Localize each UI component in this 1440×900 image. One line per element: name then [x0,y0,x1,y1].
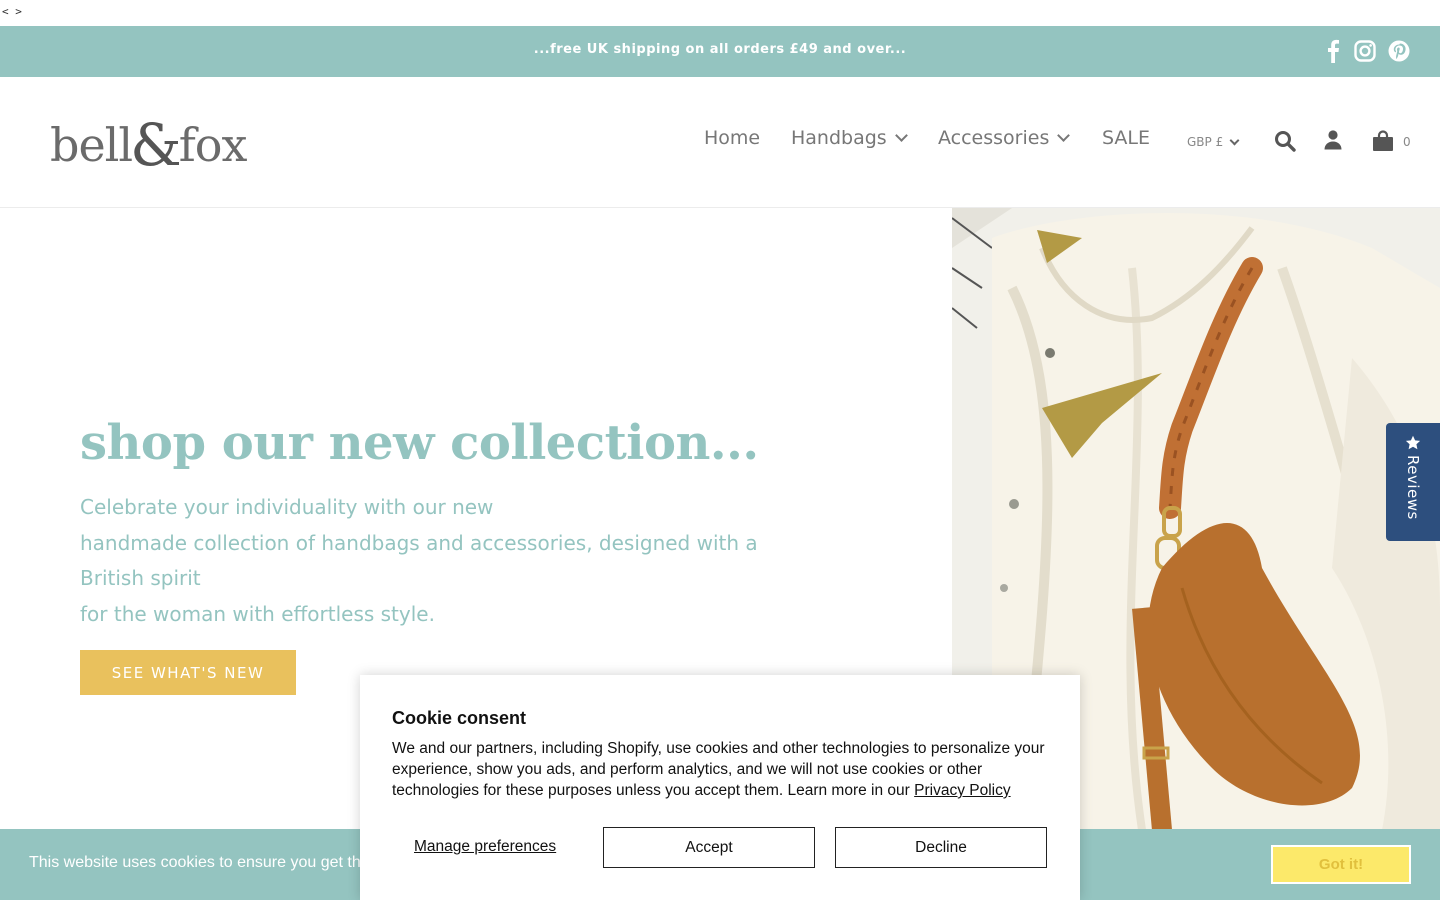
decline-button[interactable]: Decline [835,827,1047,868]
hero-line: Celebrate your individuality with our ne… [80,495,494,519]
page-code-text: < > [2,5,22,18]
instagram-icon[interactable] [1352,38,1378,64]
cart-icon[interactable] [1372,130,1394,152]
got-it-button[interactable]: Got it! [1271,845,1411,884]
chevron-down-icon [894,128,908,142]
chevron-down-icon [1229,135,1240,145]
site-header: bell&fox Home Handbags Accessories SALE … [0,77,1440,208]
reviews-tab[interactable]: Reviews [1386,423,1440,541]
nav-sale-label: SALE [1102,127,1151,149]
logo-ampersand: & [130,111,182,179]
star-icon [1405,435,1421,450]
nav-home-label: Home [704,127,761,149]
logo-text-bell: bell [50,118,133,172]
chevron-down-icon [1057,128,1071,142]
hero-line: for the woman with effortless style. [80,601,435,626]
cookie-consent-dialog: Cookie consent We and our partners, incl… [360,675,1080,900]
manage-preferences-link[interactable]: Manage preferences [414,838,556,856]
reviews-tab-label: Reviews [1404,455,1422,520]
announcement-bar: ...free UK shipping on all orders £49 an… [0,26,1440,77]
currency-label: GBP £ [1187,135,1224,149]
site-logo[interactable]: bell&fox [50,107,248,179]
nav-sale[interactable]: SALE [1102,127,1150,149]
privacy-policy-link[interactable]: Privacy Policy [914,782,1010,799]
pinterest-icon[interactable] [1386,38,1412,64]
hero-description: Celebrate your individuality with our ne… [80,490,760,632]
nav-handbags-label: Handbags [791,127,887,149]
search-icon[interactable] [1274,130,1296,152]
accept-button[interactable]: Accept [603,827,815,868]
see-whats-new-button[interactable]: SEE WHAT'S NEW [80,650,296,695]
account-icon[interactable] [1324,130,1342,150]
logo-text-fox: fox [178,118,248,172]
nav-accessories-label: Accessories [938,127,1050,149]
hero-line: handmade collection of handbags and acce… [80,530,758,591]
currency-selector[interactable]: GBP £ [1187,135,1240,149]
cart-count: 0 [1403,135,1411,149]
nav-handbags[interactable]: Handbags [791,127,908,149]
announcement-text: ...free UK shipping on all orders £49 an… [533,42,907,57]
consent-body: We and our partners, including Shopify, … [392,738,1052,801]
consent-title: Cookie consent [392,708,527,728]
hero-title: shop our new collection... [80,415,759,471]
nav-home[interactable]: Home [704,127,760,149]
facebook-icon[interactable] [1320,38,1346,64]
nav-accessories[interactable]: Accessories [938,127,1071,149]
